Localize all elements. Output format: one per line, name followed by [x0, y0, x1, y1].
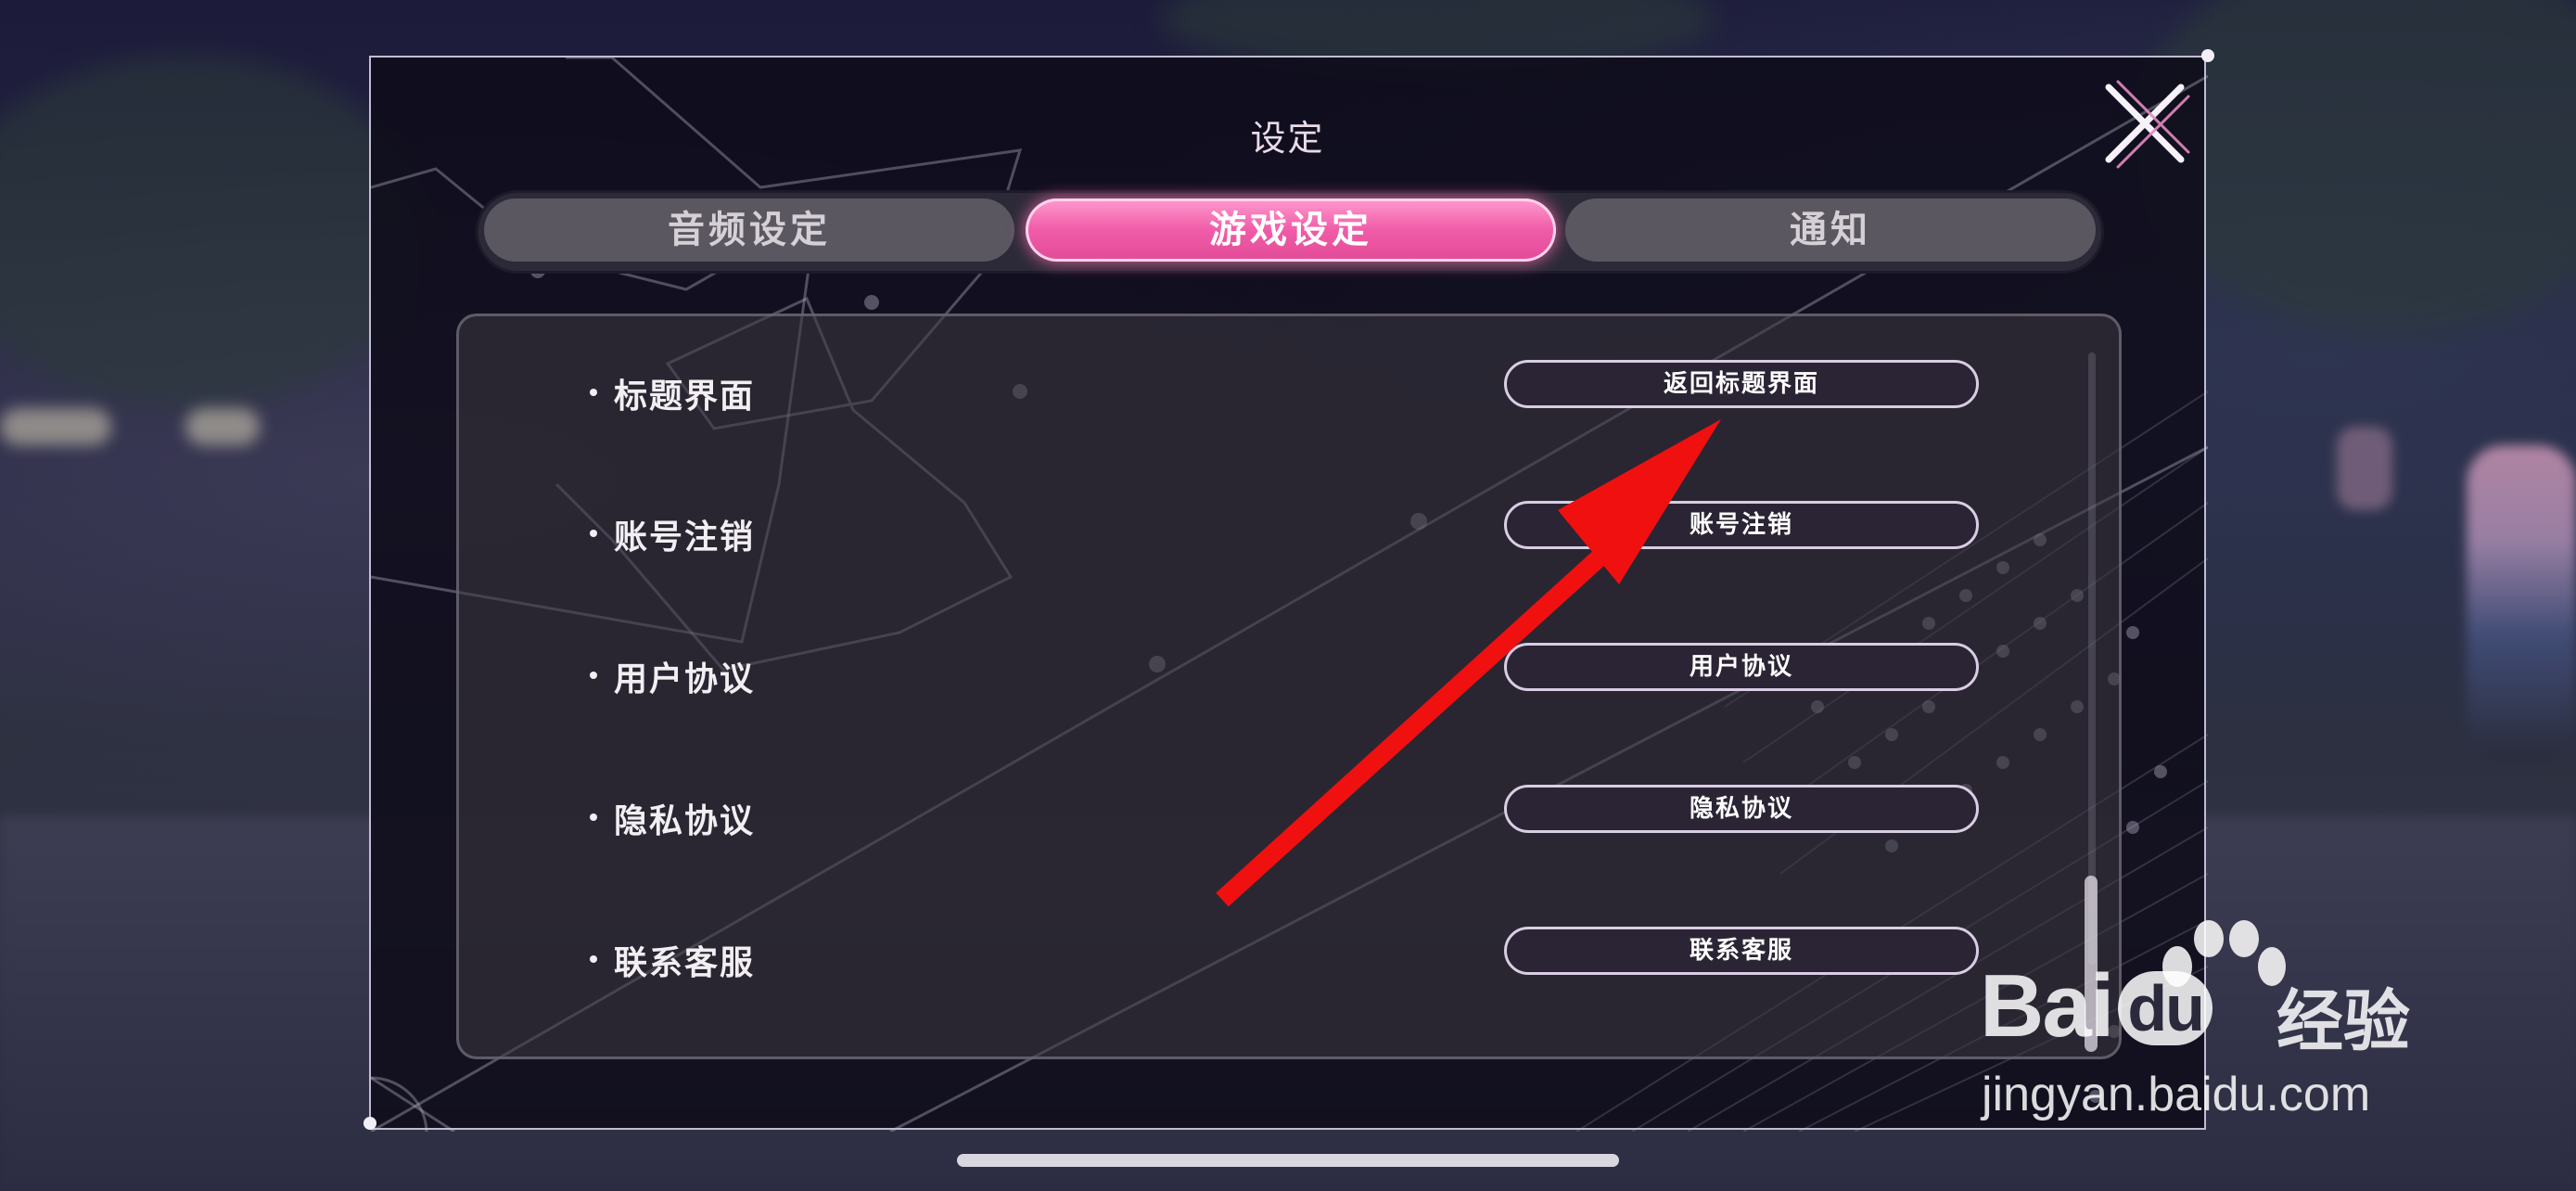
background-character — [2467, 445, 2576, 761]
user-agreement-button[interactable]: 用户协议 — [1504, 643, 1979, 691]
background-tree — [0, 56, 427, 408]
background-figure — [2337, 427, 2392, 510]
close-x-icon — [2105, 80, 2190, 169]
background-lamp — [185, 408, 260, 445]
baidu-jingyan-watermark: Bai du 经验 jingyan.baidu.com — [1980, 918, 2443, 1141]
watermark-url: jingyan.baidu.com — [1982, 1068, 2371, 1121]
scrollbar-track[interactable] — [2088, 352, 2096, 965]
game-scene: 设定 音频设定 游戏设定 通知 标题界面 返回标题界面 账号注销 账号注销 用户… — [0, 0, 2576, 1191]
row-label-privacy-agreement: 隐私协议 — [614, 802, 756, 840]
tab-game-settings[interactable]: 游戏设定 — [1026, 198, 1556, 262]
close-button[interactable] — [2096, 72, 2198, 174]
watermark-brand: Bai du — [1980, 955, 2213, 1057]
corner-dot — [2201, 49, 2214, 62]
settings-dialog: 设定 音频设定 游戏设定 通知 标题界面 返回标题界面 账号注销 账号注销 用户… — [363, 49, 2214, 1132]
tab-notifications[interactable]: 通知 — [1565, 198, 2096, 262]
bullet-dot — [590, 530, 597, 537]
dialog-title: 设定 — [1250, 118, 1325, 159]
row-label-customer-service: 联系客服 — [614, 944, 756, 982]
bullet-dot — [590, 955, 597, 963]
account-deletion-button[interactable]: 账号注销 — [1504, 501, 1979, 549]
tab-audio-settings[interactable]: 音频设定 — [484, 198, 1014, 262]
watermark-brand-cn: 经验 — [2276, 982, 2411, 1060]
bullet-dot — [590, 672, 597, 679]
return-to-title-button[interactable]: 返回标题界面 — [1504, 360, 1979, 408]
row-label-title-screen: 标题界面 — [614, 378, 756, 416]
corner-dot — [363, 1117, 376, 1130]
privacy-agreement-button[interactable]: 隐私协议 — [1504, 785, 1979, 833]
row-label-user-agreement: 用户协议 — [614, 660, 756, 698]
settings-tab-bar: 音频设定 游戏设定 通知 — [478, 193, 2101, 271]
home-indicator[interactable] — [957, 1154, 1619, 1167]
row-label-account-deletion: 账号注销 — [614, 519, 756, 557]
contact-customer-service-button[interactable]: 联系客服 — [1504, 927, 1979, 975]
bullet-dot — [590, 389, 597, 396]
background-lamp — [0, 408, 111, 445]
bullet-dot — [590, 813, 597, 821]
